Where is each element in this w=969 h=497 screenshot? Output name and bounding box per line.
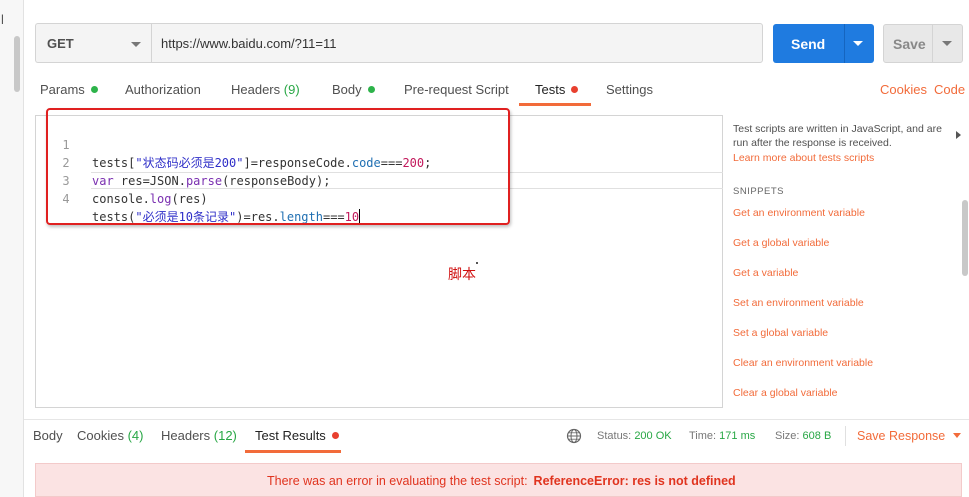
tab-body[interactable]: Body bbox=[332, 82, 375, 97]
save-response-chevron-icon bbox=[953, 433, 962, 438]
time-label: Time: bbox=[689, 430, 717, 442]
sidebar-scrollbar[interactable] bbox=[14, 36, 20, 92]
snippet-clear-global-variable[interactable]: Clear a global variable bbox=[733, 387, 837, 399]
snippets-heading: SNIPPETS bbox=[733, 186, 784, 197]
tab-body-label: Body bbox=[332, 82, 362, 97]
active-response-tab-underline bbox=[245, 450, 341, 453]
snippet-clear-environment-variable[interactable]: Clear an environment variable bbox=[733, 357, 873, 369]
size-value: 608 B bbox=[802, 430, 832, 442]
tests-description: Test scripts are written in JavaScript, … bbox=[733, 123, 942, 149]
snippet-get-global-variable[interactable]: Get a global variable bbox=[733, 237, 829, 249]
url-value: https://www.baidu.com/?11=11 bbox=[161, 36, 337, 51]
body-indicator-dot bbox=[367, 86, 375, 93]
tab-tests[interactable]: Tests bbox=[535, 82, 579, 97]
tab-authorization[interactable]: Authorization bbox=[125, 82, 201, 97]
snippet-set-environment-variable[interactable]: Set an environment variable bbox=[733, 297, 864, 309]
response-time: Time: 171 ms bbox=[689, 430, 755, 442]
tab-headers-label: Headers bbox=[231, 82, 281, 97]
send-button[interactable]: Send bbox=[773, 24, 874, 63]
method-select[interactable]: GET bbox=[35, 23, 151, 63]
save-options-chevron-icon[interactable] bbox=[942, 41, 952, 46]
learn-more-link[interactable]: Learn more about tests scripts bbox=[733, 152, 874, 164]
save-divider bbox=[932, 25, 933, 62]
tab-headers-count: (9) bbox=[283, 82, 300, 97]
tab-settings-label: Settings bbox=[606, 82, 653, 97]
save-response-label: Save Response bbox=[857, 429, 946, 443]
cookies-link[interactable]: Cookies bbox=[880, 82, 927, 97]
error-message: There was an error in evaluating the tes… bbox=[267, 474, 736, 488]
status-value: 200 OK bbox=[634, 430, 672, 442]
response-tab-headers[interactable]: Headers (12) bbox=[161, 428, 237, 443]
test-results-indicator-dot bbox=[331, 432, 339, 439]
panel-scrollbar[interactable] bbox=[962, 200, 968, 276]
error-detail: ReferenceError: res is not defined bbox=[533, 474, 736, 488]
method-label: GET bbox=[47, 36, 74, 51]
snippet-get-environment-variable[interactable]: Get an environment variable bbox=[733, 207, 865, 219]
response-size: Size: 608 B bbox=[775, 430, 831, 442]
tab-tests-label: Tests bbox=[535, 82, 566, 97]
snippets-panel: Test scripts are written in JavaScript, … bbox=[723, 115, 969, 410]
tab-settings[interactable]: Settings bbox=[606, 82, 653, 97]
code-link[interactable]: Code bbox=[934, 82, 965, 97]
send-options-chevron-icon[interactable] bbox=[853, 41, 863, 46]
tab-prerequest-label: Pre-request Script bbox=[404, 82, 509, 97]
send-divider bbox=[844, 24, 845, 63]
annotation-dot bbox=[476, 262, 478, 264]
save-label: Save bbox=[893, 36, 926, 52]
params-indicator-dot bbox=[90, 86, 98, 93]
tab-params[interactable]: Params bbox=[40, 82, 98, 97]
response-tab-test-results[interactable]: Test Results bbox=[255, 428, 339, 443]
script-annotation-label: 脚本 bbox=[448, 266, 476, 282]
url-input[interactable]: https://www.baidu.com/?11=11 bbox=[151, 23, 763, 63]
tests-indicator-dot bbox=[571, 86, 579, 93]
left-sidebar-edge: l bbox=[0, 0, 24, 497]
response-cookies-count: (4) bbox=[127, 428, 144, 443]
active-tab-underline bbox=[519, 103, 591, 106]
snippet-get-variable[interactable]: Get a variable bbox=[733, 267, 798, 279]
response-tab-body[interactable]: Body bbox=[33, 428, 63, 443]
test-error-banner: There was an error in evaluating the tes… bbox=[35, 463, 962, 497]
status-divider bbox=[845, 426, 846, 446]
script-annotation-box bbox=[46, 108, 510, 225]
send-label: Send bbox=[791, 36, 826, 52]
tab-prerequest-script[interactable]: Pre-request Script bbox=[404, 82, 509, 97]
status-label: Status: bbox=[597, 430, 632, 442]
save-response-button[interactable]: Save Response bbox=[857, 429, 962, 443]
chevron-down-icon bbox=[131, 42, 141, 47]
tab-headers[interactable]: Headers (9) bbox=[231, 82, 300, 97]
response-status: Status: 200 OK bbox=[597, 430, 672, 442]
response-tab-cookies-label: Cookies bbox=[77, 428, 124, 443]
size-label: Size: bbox=[775, 430, 800, 442]
error-message-text: There was an error in evaluating the tes… bbox=[267, 474, 528, 488]
save-button[interactable]: Save bbox=[883, 24, 963, 63]
tab-params-label: Params bbox=[40, 82, 85, 97]
response-tab-headers-label: Headers bbox=[161, 428, 211, 443]
snippet-set-global-variable[interactable]: Set a global variable bbox=[733, 327, 828, 339]
response-tab-cookies[interactable]: Cookies (4) bbox=[77, 428, 143, 443]
response-tab-body-label: Body bbox=[33, 428, 63, 443]
globe-icon[interactable] bbox=[566, 428, 582, 444]
tab-authorization-label: Authorization bbox=[125, 82, 201, 97]
response-headers-count: (12) bbox=[213, 428, 237, 443]
response-tab-test-results-label: Test Results bbox=[255, 428, 326, 443]
response-divider bbox=[24, 419, 969, 420]
sidebar-letter: l bbox=[1, 12, 4, 27]
time-value: 171 ms bbox=[719, 430, 756, 442]
collapse-panel-arrow-icon[interactable] bbox=[956, 131, 961, 139]
postman-window: l GET https://www.baidu.com/?11=11 Send … bbox=[0, 0, 969, 497]
